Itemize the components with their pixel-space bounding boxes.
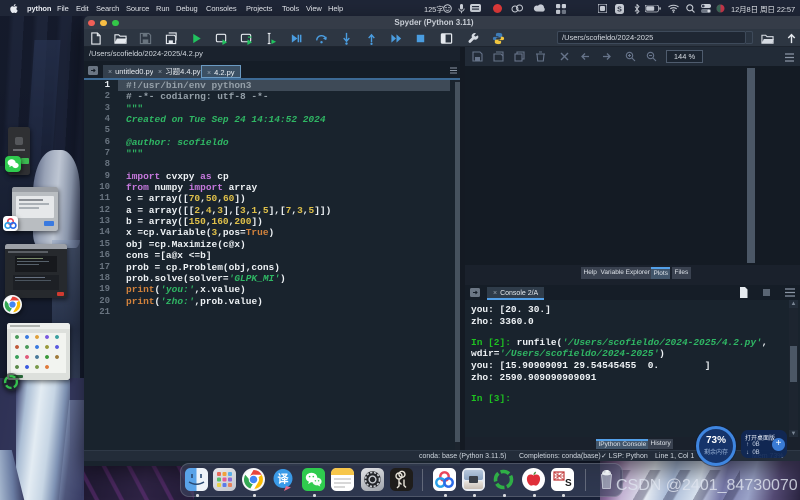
svg-text:S: S [565,478,572,489]
svg-text:译: 译 [278,473,290,486]
svg-text:S: S [617,7,622,14]
